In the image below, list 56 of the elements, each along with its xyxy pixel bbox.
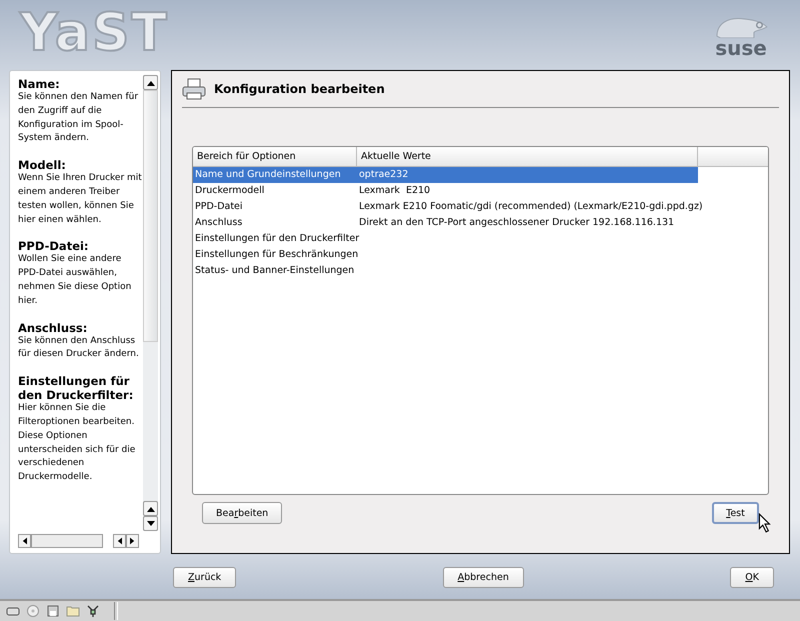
help-paragraph: Sie können den Anschluss für diesen Drucker ändern. <box>18 334 140 362</box>
footer-button[interactable]: Zurück <box>173 567 236 588</box>
floppy-icon[interactable] <box>46 604 60 618</box>
up-arrow-icon <box>146 506 154 512</box>
scroll-up-button[interactable] <box>143 501 158 516</box>
help-paragraph: Hier können Sie die Filteroptionen bearbeiten. Diese Optionen unterscheiden sich für die verschiedenen Druckermodelle. <box>18 402 136 484</box>
scroll-thumb[interactable] <box>143 90 158 342</box>
cursor-icon <box>758 513 772 533</box>
help-paragraph: Sie können den Namen für den Zugriff auf die Konfiguration im Spool-System ändern. <box>18 91 140 146</box>
printer-icon <box>182 78 206 100</box>
help-paragraph: Wollen Sie eine andere PPD-Datei auswählen, nehmen Sie diese Option hier. <box>18 253 132 308</box>
value-cell-text: Lexmark E210 Foomatic/gdi (recommended) (Lexmark/E210-gdi.ppd.gz) <box>358 200 703 214</box>
scroll-left-button[interactable] <box>18 534 31 548</box>
dialog-button[interactable]: Bearbeiten <box>202 502 282 524</box>
right-arrow-icon <box>130 537 135 545</box>
scroll-up-button[interactable] <box>143 75 158 90</box>
suse-logo: suse <box>715 38 767 58</box>
help-heading: Name: <box>18 77 61 91</box>
help-heading: Anschluss: <box>18 320 88 335</box>
scroll-right-button[interactable] <box>126 534 139 548</box>
vertical-scrollbar[interactable] <box>143 75 158 531</box>
footer-button[interactable]: OK <box>730 567 774 588</box>
dialog-title: Konfiguration bearbeiten <box>214 82 385 96</box>
scroll-left-button[interactable] <box>113 534 126 548</box>
value-cell-text: Lexmark E210 <box>358 184 430 198</box>
option-cell-text: Name und Grundeinstellungen <box>194 168 342 182</box>
option-cell-text: Status- und Banner-Einstellungen <box>194 264 356 278</box>
scroll-down-button[interactable] <box>143 516 158 531</box>
column-header[interactable]: Bereich für Optionen <box>193 147 357 166</box>
table-row[interactable]: Status- und Banner-Einstellungen <box>193 263 698 279</box>
table-row[interactable]: Einstellungen für Beschränkungen <box>193 247 698 263</box>
option-cell-text: Anschluss <box>194 216 244 230</box>
footer-button[interactable]: Abbrechen <box>442 567 524 588</box>
option-cell-text: Einstellungen für den Druckerfilter <box>194 232 357 246</box>
yast-logo: YaST <box>20 2 169 65</box>
dialog-button[interactable]: Test <box>712 502 759 524</box>
up-arrow-icon <box>146 80 154 86</box>
table-row[interactable]: Name und Grundeinstellungen optrae232 <box>193 167 698 183</box>
column-header[interactable]: Aktuelle Werte <box>357 147 698 166</box>
help-heading: Modell: <box>18 158 67 172</box>
left-arrow-icon <box>117 537 122 545</box>
table-row[interactable]: Anschluss Direkt an den TCP-Port angeschlossener Drucker 192.168.116.131 <box>193 215 698 231</box>
left-arrow-icon <box>22 537 27 545</box>
plug-icon[interactable] <box>86 604 100 618</box>
help-heading: Einstellungen für den Druckerfilter: <box>18 374 134 402</box>
option-cell-text: Druckermodell <box>194 184 266 198</box>
value-cell-text: optrae232 <box>358 168 408 182</box>
horizontal-scroll-thumb[interactable] <box>31 534 103 548</box>
option-cell-text: PPD-Datei <box>194 200 244 214</box>
option-cell-text: Einstellungen für Beschränkungen <box>194 248 357 262</box>
value-cell-text: Direkt an den TCP-Port angeschlossener Drucker 192.168.116.131 <box>358 216 674 230</box>
help-paragraph: Wenn Sie Ihren Drucker mit einem anderen Treiber testen wollen, können Sie hier einen wählen. <box>18 172 143 227</box>
help-heading: PPD-Datei: <box>18 239 90 254</box>
table-row[interactable]: Einstellungen für den Druckerfilter <box>193 231 698 247</box>
table-row[interactable]: Druckermodell Lexmark E210 <box>193 183 698 199</box>
down-arrow-icon <box>146 520 154 526</box>
